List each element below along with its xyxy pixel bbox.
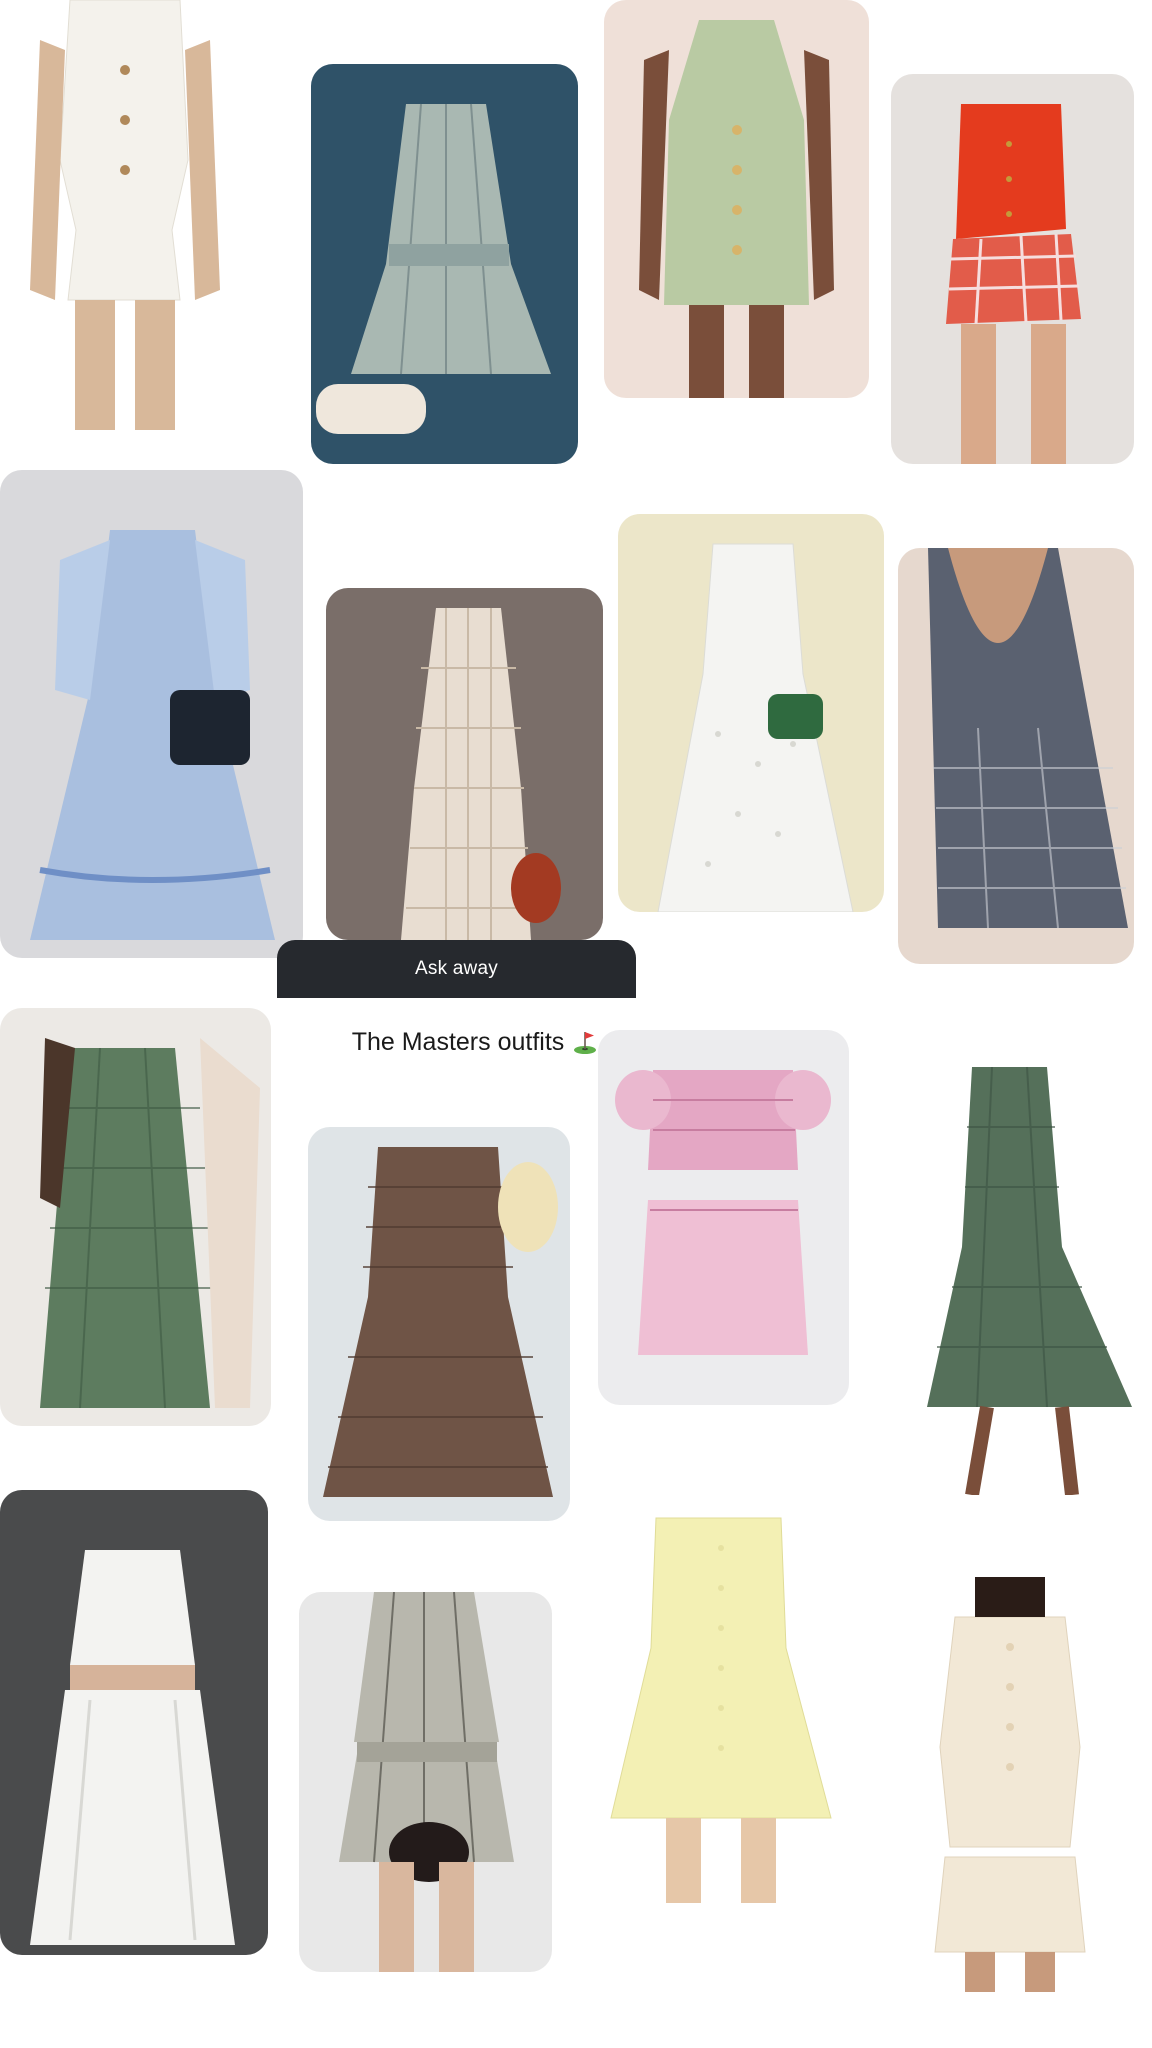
pin-white-eyelet-strap-dress[interactable] [618,514,884,912]
pin-image [598,1030,849,1405]
pin-green-gingham-button-dress[interactable] [0,1008,271,1426]
pin-striped-shirt-dress[interactable] [311,64,578,464]
pin-image [299,1592,552,1972]
pin-yellow-button-mini-dress[interactable] [606,1488,836,1903]
pin-white-vest-mini-dress[interactable] [10,0,240,430]
pin-image [0,1490,268,1955]
pin-pink-smocked-two-piece[interactable] [598,1030,849,1405]
pin-image [877,1047,1134,1495]
pin-backless-gingham-mini-dress[interactable] [898,548,1134,964]
pin-sage-halter-button-dress[interactable] [604,0,869,398]
ask-away-label: Ask away [415,958,498,979]
pin-image [308,1127,570,1521]
pin-image [326,588,603,940]
pin-image [898,548,1134,964]
pin-image [618,514,884,912]
ask-away-button[interactable]: Ask away [277,940,636,998]
pin-image [891,74,1134,464]
pin-white-top-and-midi-skirt[interactable] [0,1490,268,1955]
pin-image [604,0,869,398]
board-title-text: The Masters outfits [351,1027,565,1056]
pin-image [0,470,303,958]
pin-brown-smocked-gingham-dress[interactable] [308,1127,570,1521]
pin-image [900,1577,1120,1992]
pin-image [311,64,578,464]
pin-image [10,0,240,430]
pin-image [0,1008,271,1426]
pin-crochet-lace-midi-dress[interactable] [326,588,603,940]
pin-blue-embroidered-midi-dress[interactable] [0,470,303,958]
pin-cream-vest-and-skirt[interactable] [900,1577,1120,1992]
pin-image [606,1488,836,1903]
golf-flag-icon [574,1032,597,1054]
pin-green-gingham-midi-dress[interactable] [877,1047,1134,1495]
pin-red-vest-gingham-shorts[interactable] [891,74,1134,464]
pin-striped-shirt-and-shorts[interactable] [299,1592,552,1972]
